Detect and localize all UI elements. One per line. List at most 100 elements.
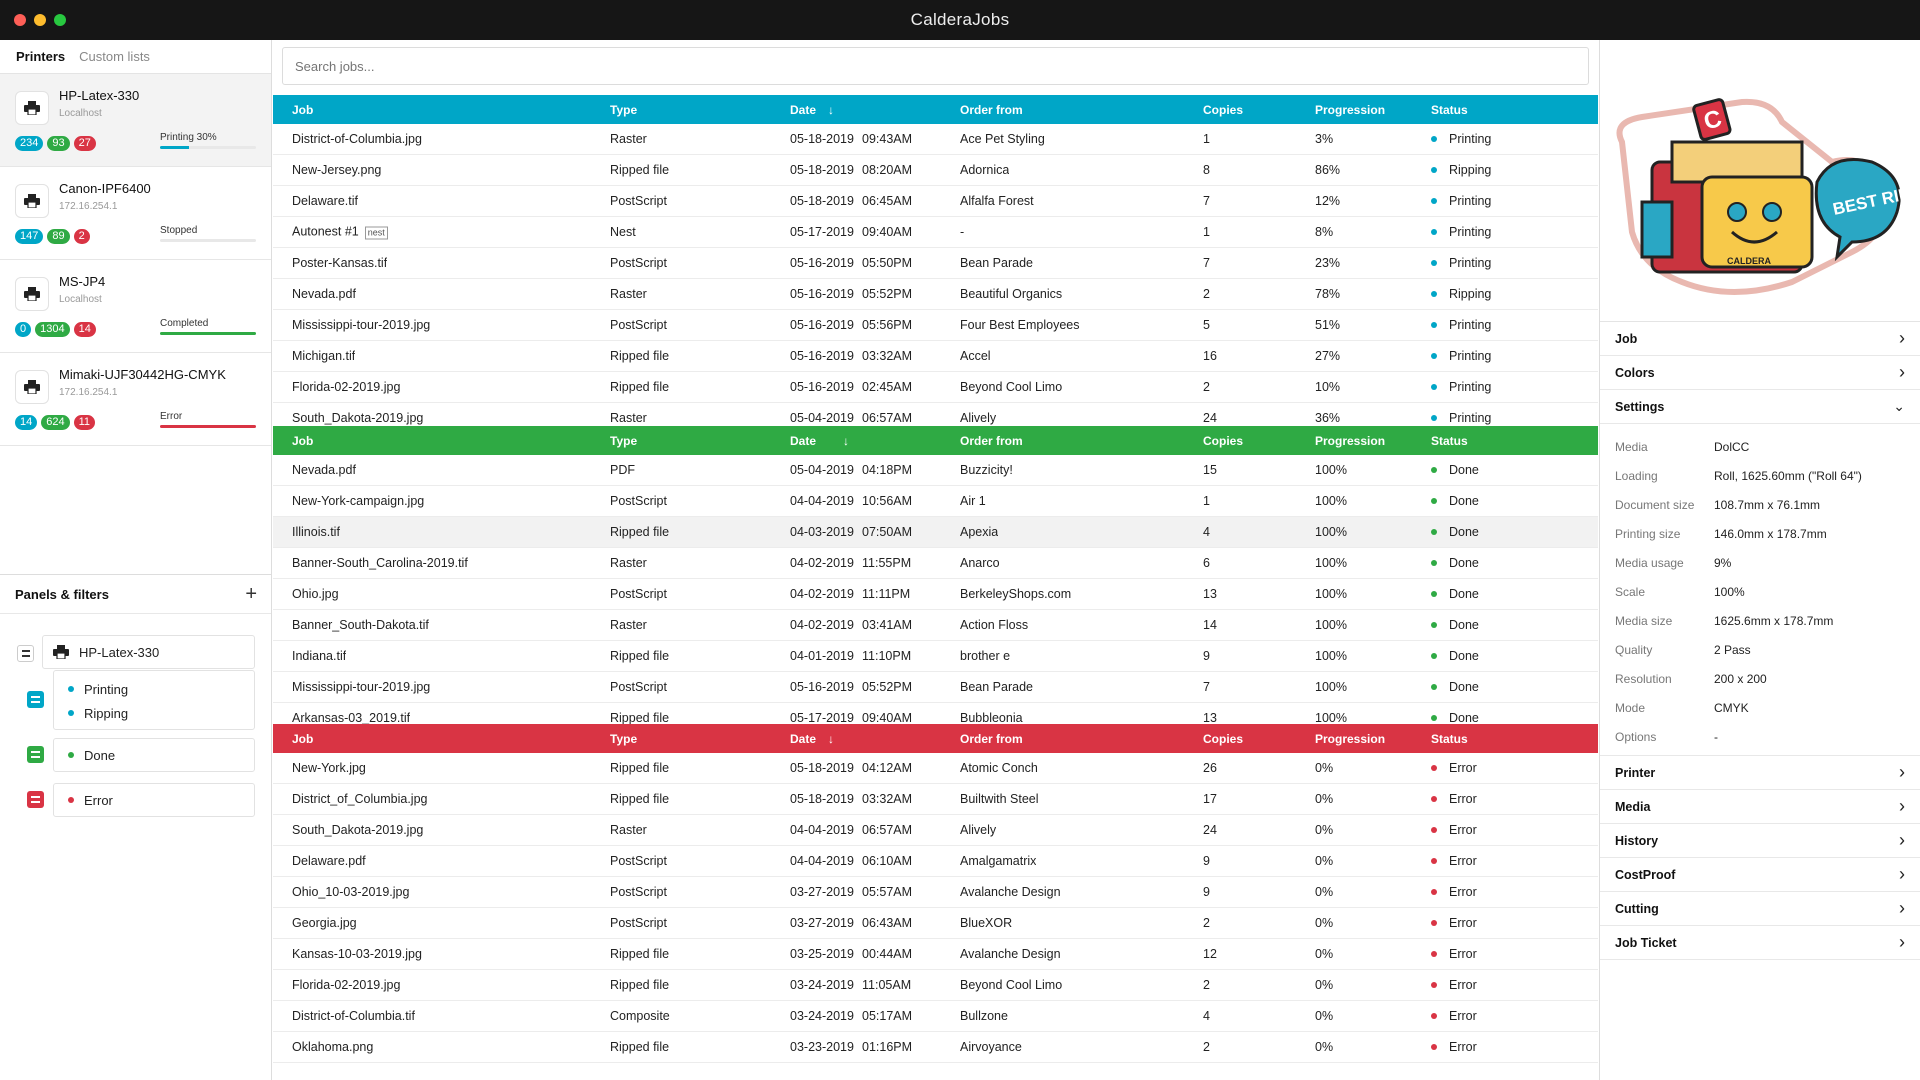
order-from: Accel: [960, 349, 991, 363]
column-header-job[interactable]: Job: [292, 103, 313, 117]
table-row[interactable]: Delaware.pdf PostScript 04-04-2019 06:10AM A…: [273, 846, 1598, 877]
printer-card[interactable]: Canon-IPF6400 172.16.254.1 147 89 2 Stopped: [0, 167, 271, 260]
caldera-mascot-illustration: C BEST RIP! CALDERA: [1600, 40, 1920, 322]
status-dot-icon: [1431, 290, 1437, 297]
table-row[interactable]: Arkansas-03_2019.tif Ripped file 05-17-201…: [273, 703, 1598, 724]
column-header-copies[interactable]: Copies: [1203, 732, 1243, 746]
column-header-status[interactable]: Status: [1431, 103, 1468, 117]
sort-arrow-down-icon[interactable]: ↓: [843, 434, 849, 448]
section-job-ticket[interactable]: Job Ticket ›: [1600, 926, 1920, 960]
column-header-date[interactable]: Date: [790, 434, 816, 448]
settings-key: Options: [1615, 729, 1657, 744]
tab-printers[interactable]: Printers: [16, 49, 65, 64]
filter-box-green[interactable]: Done: [53, 738, 255, 772]
table-row[interactable]: Ohio_10-03-2019.jpg PostScript 03-27-2019 0…: [273, 877, 1598, 908]
table-row[interactable]: Mississippi-tour-2019.jpg PostScript 05-16…: [273, 672, 1598, 703]
section-colors[interactable]: Colors ›: [1600, 356, 1920, 390]
table-row[interactable]: South_Dakota-2019.jpg Raster 05-04-2019 06:…: [273, 403, 1598, 425]
printer-card[interactable]: HP-Latex-330 Localhost 234 93 27 Printing 30%: [0, 74, 271, 167]
section-history[interactable]: History ›: [1600, 824, 1920, 858]
table-row[interactable]: Nevada.pdf PDF 05-04-2019 04:18PM Buzzicity!…: [273, 455, 1598, 486]
status-dot-icon: [1431, 683, 1437, 690]
column-header-progression[interactable]: Progression: [1315, 434, 1385, 448]
column-header-order[interactable]: Order from: [960, 434, 1023, 448]
job-status-text: Error: [1449, 823, 1477, 837]
column-header-order[interactable]: Order from: [960, 732, 1023, 746]
zoom-window-button[interactable]: [54, 14, 66, 26]
table-row[interactable]: Indiana.tif Ripped file 04-01-2019 11:10PM b…: [273, 641, 1598, 672]
progression: 36%: [1315, 411, 1341, 425]
table-row[interactable]: New-Jersey.png Ripped file 05-18-2019 08:20…: [273, 155, 1598, 186]
table-row[interactable]: Oklahoma.png Ripped file 03-23-2019 01:16PM…: [273, 1032, 1598, 1063]
filter-red-toggle-icon[interactable]: [27, 791, 44, 808]
filter-green-toggle-icon[interactable]: [27, 746, 44, 763]
table-row[interactable]: District-of-Columbia.jpg Raster 05-18-2019…: [273, 124, 1598, 155]
tab-custom-lists[interactable]: Custom lists: [79, 49, 150, 64]
settings-value: Roll, 1625.60mm ("Roll 64"): [1714, 468, 1862, 483]
column-header-copies[interactable]: Copies: [1203, 103, 1243, 117]
column-header-type[interactable]: Type: [610, 732, 637, 746]
job-status: Error: [1431, 978, 1477, 992]
table-row[interactable]: Florida-02-2019.jpg Ripped file 03-24-2019…: [273, 970, 1598, 1001]
section-job[interactable]: Job ›: [1600, 322, 1920, 356]
column-header-status[interactable]: Status: [1431, 434, 1468, 448]
table-row[interactable]: Banner-South_Carolina-2019.tif Raster 04-0…: [273, 548, 1598, 579]
settings-value: DolCC: [1714, 439, 1750, 454]
printer-card[interactable]: Mimaki-UJF30442HG-CMYK 172.16.254.1 14 624 1…: [0, 353, 271, 446]
section-settings[interactable]: Settings ⌄: [1600, 390, 1920, 424]
table-row[interactable]: New-York.jpg Ripped file 05-18-2019 04:12AM…: [273, 753, 1598, 784]
filter-blue-toggle-icon[interactable]: [27, 691, 44, 708]
sort-arrow-down-icon[interactable]: ↓: [828, 732, 834, 746]
column-header-progression[interactable]: Progression: [1315, 732, 1385, 746]
column-header-job[interactable]: Job: [292, 732, 313, 746]
table-row[interactable]: Ohio.jpg PostScript 04-02-2019 11:11PM Berke…: [273, 579, 1598, 610]
column-header-date[interactable]: Date: [790, 103, 816, 117]
status-dot-icon: [1431, 590, 1437, 597]
job-name-text: Illinois.tif: [292, 525, 340, 539]
table-row[interactable]: Florida-02-2019.jpg Ripped file 05-16-2019…: [273, 372, 1598, 403]
table-row[interactable]: Banner_South-Dakota.tif Raster 04-02-2019 0…: [273, 610, 1598, 641]
table-row[interactable]: Autonest #1 nest Nest 05-17-2019 09:40AM - 1 8%…: [273, 217, 1598, 248]
column-header-copies[interactable]: Copies: [1203, 434, 1243, 448]
table-row[interactable]: Kansas-10-03-2019.jpg Ripped file 03-25-20…: [273, 939, 1598, 970]
printer-filter-toggle-icon[interactable]: [17, 645, 34, 662]
column-header-order[interactable]: Order from: [960, 103, 1023, 117]
status-dot-icon: [1431, 981, 1437, 988]
status-dot-icon: [1431, 528, 1437, 535]
column-header-progression[interactable]: Progression: [1315, 103, 1385, 117]
table-row[interactable]: South_Dakota-2019.jpg Raster 04-04-2019 06:…: [273, 815, 1598, 846]
table-row[interactable]: Illinois.tif Ripped file 04-03-2019 07:50AM…: [273, 517, 1598, 548]
filter-box-red[interactable]: Error: [53, 783, 255, 817]
minimize-window-button[interactable]: [34, 14, 46, 26]
column-header-job[interactable]: Job: [292, 434, 313, 448]
job-status-text: Error: [1449, 916, 1477, 930]
search-jobs-input[interactable]: [282, 47, 1589, 85]
table-row[interactable]: Poster-Kansas.tif PostScript 05-16-2019 05:…: [273, 248, 1598, 279]
table-row[interactable]: District-of-Columbia.tif Composite 03-24-2…: [273, 1001, 1598, 1032]
table-row[interactable]: District_of_Columbia.jpg Ripped file 05-18…: [273, 784, 1598, 815]
sort-arrow-down-icon[interactable]: ↓: [828, 103, 834, 117]
order-from: Beyond Cool Limo: [960, 978, 1063, 992]
printer-card[interactable]: MS-JP4 Localhost 0 1304 14 Completed: [0, 260, 271, 353]
column-header-type[interactable]: Type: [610, 103, 637, 117]
section-costproof[interactable]: CostProof ›: [1600, 858, 1920, 892]
column-header-status[interactable]: Status: [1431, 732, 1468, 746]
close-window-button[interactable]: [14, 14, 26, 26]
printer-filter-box[interactable]: HP-Latex-330: [42, 635, 255, 669]
add-filter-plus-icon[interactable]: +: [245, 583, 257, 606]
table-row[interactable]: Georgia.jpg PostScript 03-27-2019 06:43AM Bl…: [273, 908, 1598, 939]
table-row[interactable]: Michigan.tif Ripped file 05-16-2019 03:32AM…: [273, 341, 1598, 372]
table-row[interactable]: Delaware.tif PostScript 05-18-2019 06:45AM A…: [273, 186, 1598, 217]
section-media[interactable]: Media ›: [1600, 790, 1920, 824]
column-header-type[interactable]: Type: [610, 434, 637, 448]
filter-box-blue[interactable]: Printing Ripping: [53, 670, 255, 730]
order-from: Buzzicity!: [960, 463, 1013, 477]
table-row[interactable]: Mississippi-tour-2019.jpg PostScript 05-16…: [273, 310, 1598, 341]
job-status-text: Error: [1449, 978, 1477, 992]
table-row[interactable]: Nevada.pdf Raster 05-16-2019 05:52PM Beautif…: [273, 279, 1598, 310]
table-row[interactable]: New-York-campaign.jpg PostScript 04-04-201…: [273, 486, 1598, 517]
section-cutting[interactable]: Cutting ›: [1600, 892, 1920, 926]
status-dot-icon: [68, 752, 74, 758]
section-printer[interactable]: Printer ›: [1600, 756, 1920, 790]
column-header-date[interactable]: Date: [790, 732, 816, 746]
